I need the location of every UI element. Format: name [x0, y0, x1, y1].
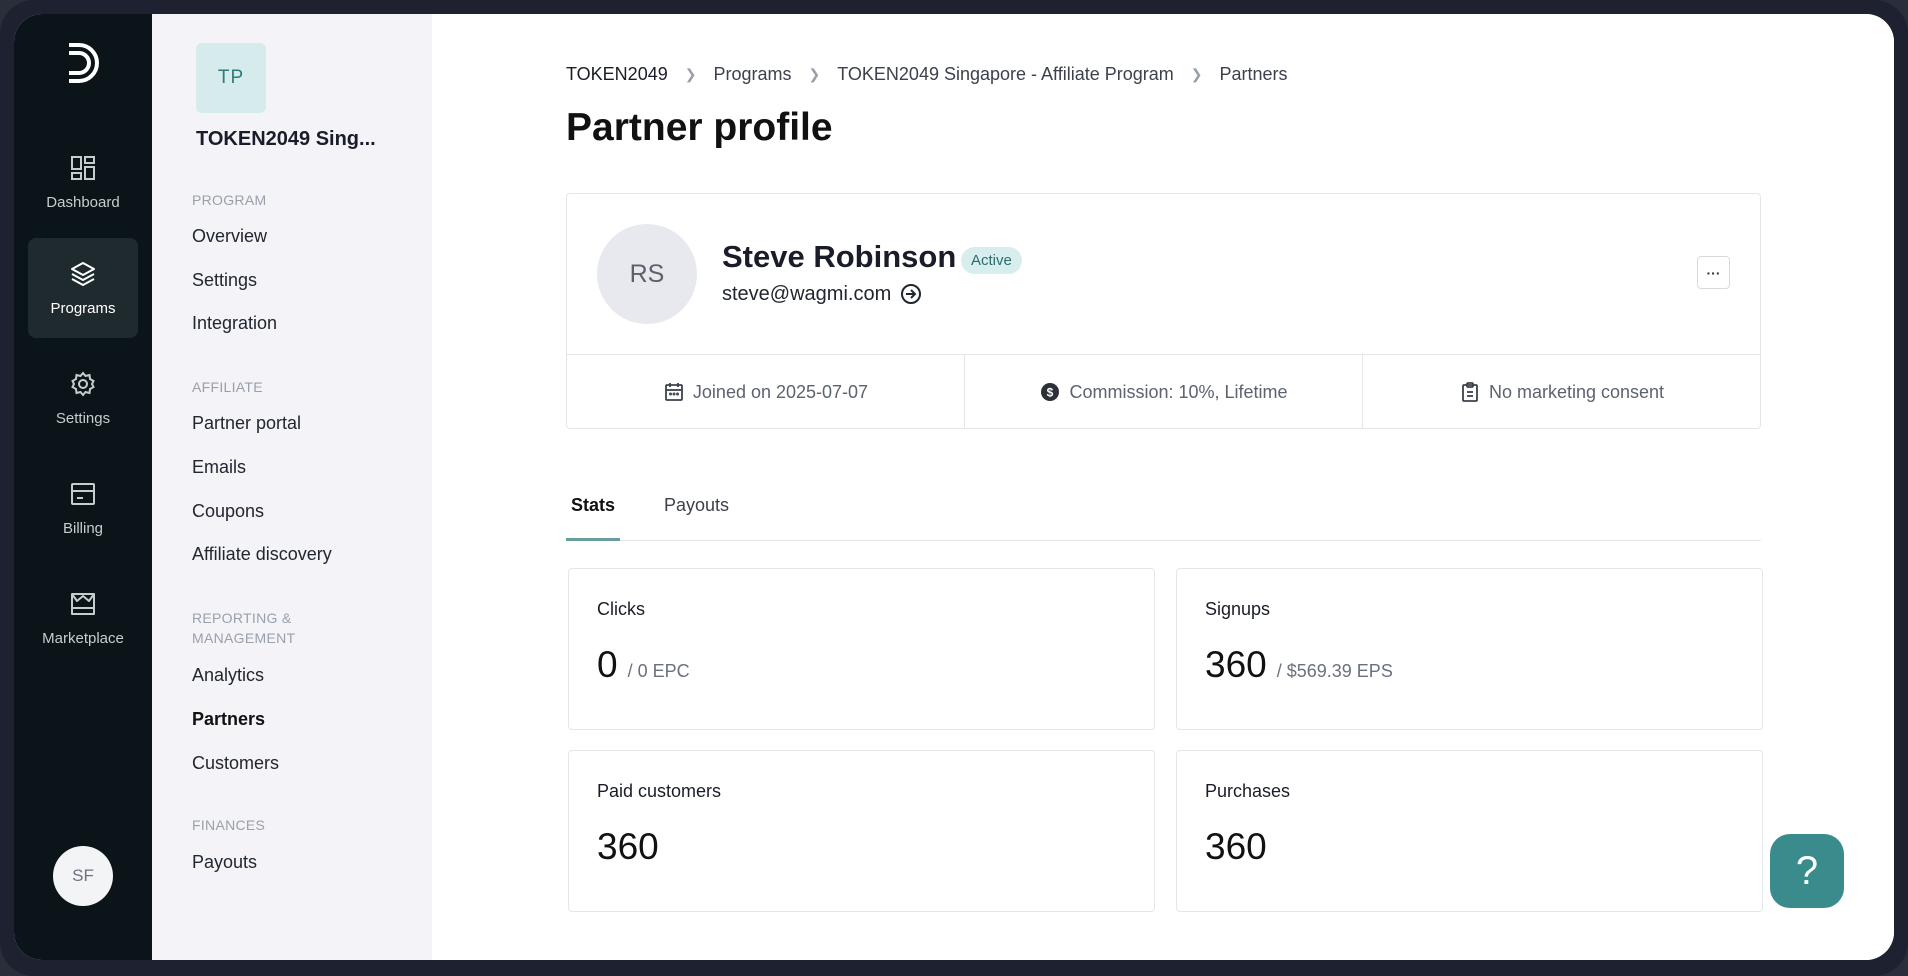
commission-cell: $ Commission: 10%, Lifetime: [965, 355, 1363, 429]
rail-label: Programs: [50, 299, 116, 317]
rail-item-programs[interactable]: Programs: [28, 238, 138, 338]
partner-meta: Joined on 2025-07-07 $ Commission: 10%, …: [567, 354, 1760, 429]
svg-text:$: $: [1047, 386, 1054, 400]
sidebar-item-customers[interactable]: Customers: [192, 753, 279, 774]
logo-icon[interactable]: [63, 39, 103, 87]
rail-label: Settings: [55, 409, 111, 427]
rail-label: Marketplace: [42, 629, 124, 647]
joined-cell: Joined on 2025-07-07: [567, 355, 965, 429]
stat-label: Clicks: [597, 599, 645, 619]
device-frame: Dashboard Programs Settings Billing Mark…: [0, 0, 1908, 976]
stat-label: Signups: [1205, 599, 1271, 619]
store-icon: [71, 592, 95, 615]
rail-label: Dashboard: [46, 193, 120, 211]
rail-item-marketplace[interactable]: Marketplace: [28, 568, 138, 668]
sidebar-item-payouts[interactable]: Payouts: [192, 852, 257, 873]
clipboard-icon: [1462, 382, 1478, 402]
consent-text: No marketing consent: [1488, 381, 1665, 402]
calendar-icon: [665, 383, 683, 401]
main-content: TOKEN2049 ❯ Programs ❯ TOKEN2049 Singapo…: [432, 14, 1894, 960]
tab-stats[interactable]: Stats: [566, 481, 621, 541]
chevron-right-icon: ❯: [1190, 66, 1203, 82]
user-avatar[interactable]: SF: [53, 846, 113, 906]
status-badge: Active: [961, 247, 1022, 274]
nav-rail: Dashboard Programs Settings Billing Mark…: [14, 14, 152, 960]
sidebar-item-coupons[interactable]: Coupons: [192, 501, 264, 522]
stat-sub: / $569.39 EPS: [1276, 661, 1393, 681]
dollar-coin-icon: $: [1041, 383, 1060, 401]
breadcrumb-item[interactable]: Programs: [713, 64, 791, 85]
layers-icon: [71, 261, 95, 286]
stat-number: 360: [1205, 644, 1267, 685]
stat-card-clicks: Clicks 0 / 0 EPC: [568, 568, 1155, 730]
breadcrumb: TOKEN2049 ❯ Programs ❯ TOKEN2049 Singapo…: [566, 64, 1288, 85]
stat-value: 360: [597, 826, 659, 868]
stat-card-paid-customers: Paid customers 360: [568, 750, 1155, 912]
sidebar-item-settings[interactable]: Settings: [192, 270, 257, 291]
sidebar-item-emails[interactable]: Emails: [192, 457, 246, 478]
program-sidebar: TP TOKEN2049 Sing... PROGRAM Overview Se…: [152, 14, 432, 960]
profile-tabs: Stats Payouts: [566, 481, 1761, 541]
stat-card-signups: Signups 360 / $569.39 EPS: [1176, 568, 1763, 730]
section-finances: FINANCES: [192, 817, 266, 833]
stat-value: 360 / $569.39 EPS: [1205, 644, 1393, 686]
partner-email: steve@wagmi.com: [722, 282, 892, 305]
program-avatar: TP: [196, 43, 266, 113]
commission-text: Commission: 10%, Lifetime: [1069, 381, 1288, 402]
tab-payouts[interactable]: Payouts: [664, 481, 729, 541]
stat-number: 0: [597, 644, 618, 685]
stat-value: 0 / 0 EPC: [597, 644, 690, 686]
rail-item-billing[interactable]: Billing: [28, 458, 138, 558]
stat-label: Paid customers: [597, 781, 722, 801]
breadcrumb-item[interactable]: Partners: [1219, 64, 1287, 85]
stat-label: Purchases: [1205, 781, 1291, 801]
section-affiliate: AFFILIATE: [192, 379, 263, 395]
app-screen: Dashboard Programs Settings Billing Mark…: [14, 14, 1894, 960]
login-as-icon[interactable]: [899, 282, 923, 306]
sidebar-item-analytics[interactable]: Analytics: [192, 665, 264, 686]
stat-card-purchases: Purchases 360: [1176, 750, 1763, 912]
stat-sub: / 0 EPC: [627, 661, 690, 681]
help-button[interactable]: ?: [1770, 834, 1844, 908]
partner-name: Steve Robinson: [722, 239, 957, 274]
breadcrumb-item[interactable]: TOKEN2049: [566, 64, 668, 85]
section-reporting: REPORTING & MANAGEMENT: [192, 610, 296, 646]
page-title: Partner profile: [566, 106, 833, 149]
chevron-right-icon: ❯: [808, 66, 821, 82]
stat-value: 360: [1205, 826, 1267, 868]
rail-label: Billing: [62, 519, 104, 537]
partner-avatar: RS: [597, 224, 697, 324]
program-name[interactable]: TOKEN2049 Sing...: [196, 128, 396, 151]
rail-item-settings[interactable]: Settings: [28, 348, 138, 448]
joined-date: Joined on 2025-07-07: [692, 381, 869, 402]
sidebar-item-affiliate-discovery[interactable]: Affiliate discovery: [192, 544, 332, 565]
consent-cell: No marketing consent: [1363, 355, 1760, 429]
section-program: PROGRAM: [192, 192, 267, 208]
dashboard-icon: [71, 155, 95, 180]
more-options-button[interactable]: ···: [1697, 256, 1730, 289]
sidebar-item-integration[interactable]: Integration: [192, 313, 277, 334]
partner-card: RS Steve Robinson Active steve@wagmi.com…: [566, 193, 1761, 429]
stat-number: 360: [597, 826, 659, 867]
chevron-right-icon: ❯: [684, 66, 697, 82]
sidebar-item-overview[interactable]: Overview: [192, 226, 267, 247]
sidebar-item-partner-portal[interactable]: Partner portal: [192, 413, 301, 434]
rail-item-dashboard[interactable]: Dashboard: [28, 132, 138, 232]
billing-icon: [71, 482, 95, 505]
stat-number: 360: [1205, 826, 1267, 867]
gear-icon: [71, 370, 95, 397]
sidebar-item-partners[interactable]: Partners: [192, 709, 265, 730]
partner-email-row: steve@wagmi.com: [722, 282, 923, 306]
breadcrumb-item[interactable]: TOKEN2049 Singapore - Affiliate Program: [837, 64, 1174, 85]
